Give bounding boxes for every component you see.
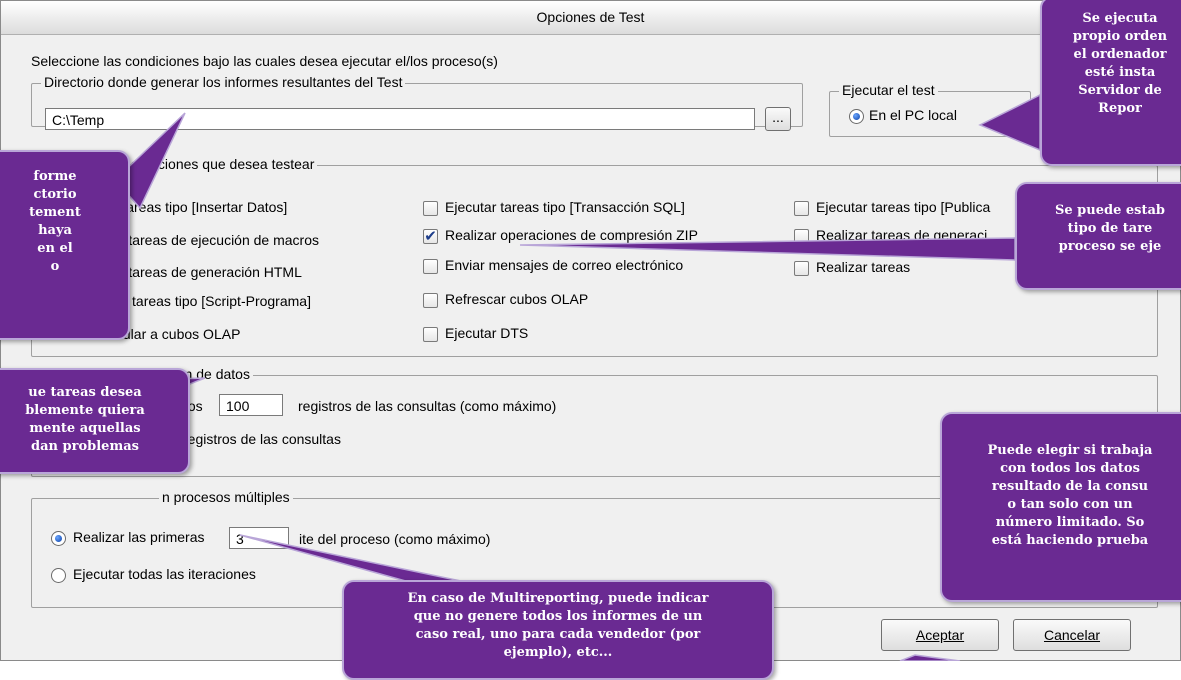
- pointer-bottom-right: [899, 654, 961, 661]
- callout-right-bottom: Puede elegir si trabaja con todos los dat…: [940, 412, 1181, 602]
- callout-left-top: forme ctorio tement haya en el o: [0, 150, 130, 340]
- callout-bottom: En caso de Multireporting, puede indicar…: [342, 580, 774, 680]
- callout-top-right: Se ejecuta propio orden el ordenador esté …: [1040, 0, 1181, 166]
- pointer-mid-right: [519, 237, 1016, 261]
- pointer-bottom: [239, 534, 481, 586]
- callout-mid-right: Se puede estab tipo de tare proceso se eje: [1015, 182, 1181, 290]
- pointer-top-right: [978, 93, 1041, 152]
- callout-left-mid: ue tareas desea blemente quiera mente aque…: [0, 368, 190, 474]
